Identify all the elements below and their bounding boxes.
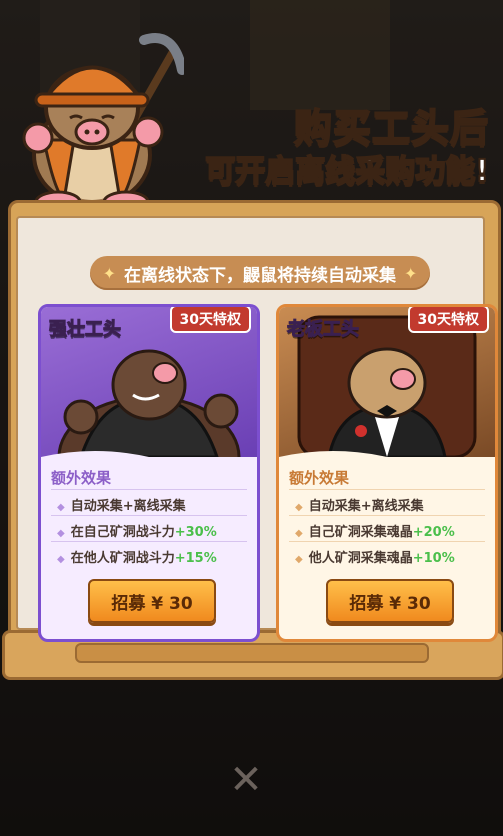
privilege-tag: 30天特权 (407, 307, 489, 333)
card-wave-divider (279, 451, 495, 469)
diamond-bullet-icon: ◆ (295, 554, 303, 565)
diamond-bullet-icon: ◆ (57, 502, 65, 513)
effect-bonus: +15% (174, 551, 217, 566)
divider (289, 541, 485, 542)
diamond-bullet-icon: ◆ (295, 502, 303, 513)
effect-bonus: +20% (412, 525, 455, 540)
effect-item: ◆ 他人矿洞采集魂晶+10% (295, 547, 455, 566)
card-wave-divider (41, 451, 257, 469)
recruit-button[interactable]: 招募 ¥ 30 (88, 579, 216, 623)
title-highlight: 工头 (371, 105, 450, 151)
panel-inner: ✦ 在离线状态下，鼹鼠将持续自动采集 ✦ 强壮工头 30天特权 额外效果 ◆ 自… (16, 216, 498, 642)
card-name: 强壮工头 (49, 319, 122, 341)
effect-text: 自己矿洞采集魂晶 (308, 525, 413, 540)
diamond-bullet-icon: ◆ (57, 554, 65, 565)
card-boss-foreman: 老板工头 30天特权 额外效果 ◆ 自动采集+离线采集 ◆ 自己矿洞采集魂晶+20%… (276, 304, 498, 642)
diamond-bullet-icon: ◆ (57, 528, 65, 539)
title-suffix: 后 (449, 105, 489, 151)
effect-bonus: +30% (174, 525, 217, 540)
divider (51, 541, 247, 542)
effect-item: ◆ 自动采集+离线采集 (295, 495, 424, 514)
star-icon: ✦ (102, 263, 116, 283)
divider (51, 515, 247, 516)
effect-item: ◆ 自动采集+离线采集 (57, 495, 186, 514)
star-icon: ✦ (404, 263, 418, 283)
effect-item: ◆ 自己矿洞采集魂晶+20% (295, 521, 455, 540)
offline-banner: ✦ 在离线状态下，鼹鼠将持续自动采集 ✦ (90, 256, 430, 290)
effect-title: 额外效果 (289, 469, 350, 487)
mole-miner-mascot-icon (22, 33, 184, 210)
effect-text: 他人矿洞采集魂晶 (308, 551, 413, 566)
card-name: 老板工头 (287, 319, 360, 341)
effect-text: 在他人矿洞战斗力 (70, 551, 175, 566)
recruit-button[interactable]: 招募 ¥ 30 (326, 579, 454, 623)
card-strong-foreman: 强壮工头 30天特权 额外效果 ◆ 自动采集+离线采集 ◆ 在自己矿洞战斗力+30%… (38, 304, 260, 642)
title-prefix: 购买 (293, 105, 372, 151)
title-line-1: 购买工头后 (205, 105, 489, 151)
divider (289, 489, 485, 490)
effect-text: 自动采集+离线采集 (308, 499, 424, 514)
offline-banner-text: 在离线状态下，鼹鼠将持续自动采集 (124, 265, 396, 286)
effect-item: ◆ 在他人矿洞战斗力+15% (57, 547, 217, 566)
diamond-bullet-icon: ◆ (295, 528, 303, 539)
divider (289, 515, 485, 516)
close-x-icon[interactable]: ✕ (218, 760, 274, 800)
effect-text: 自动采集+离线采集 (70, 499, 186, 514)
title-line-2: 可开启离线采购功能! (204, 153, 490, 190)
offer-panel: ✦ 在离线状态下，鼹鼠将持续自动采集 ✦ 强壮工头 30天特权 额外效果 ◆ 自… (2, 200, 503, 680)
divider (51, 489, 247, 490)
panel-base-slot (75, 643, 429, 663)
effect-item: ◆ 在自己矿洞战斗力+30% (57, 521, 217, 540)
privilege-tag: 30天特权 (169, 307, 251, 333)
promo-title: 购买工头后 可开启离线采购功能! (204, 105, 490, 192)
effect-bonus: +10% (412, 551, 455, 566)
effect-title: 额外效果 (51, 469, 112, 487)
effect-text: 在自己矿洞战斗力 (70, 525, 175, 540)
